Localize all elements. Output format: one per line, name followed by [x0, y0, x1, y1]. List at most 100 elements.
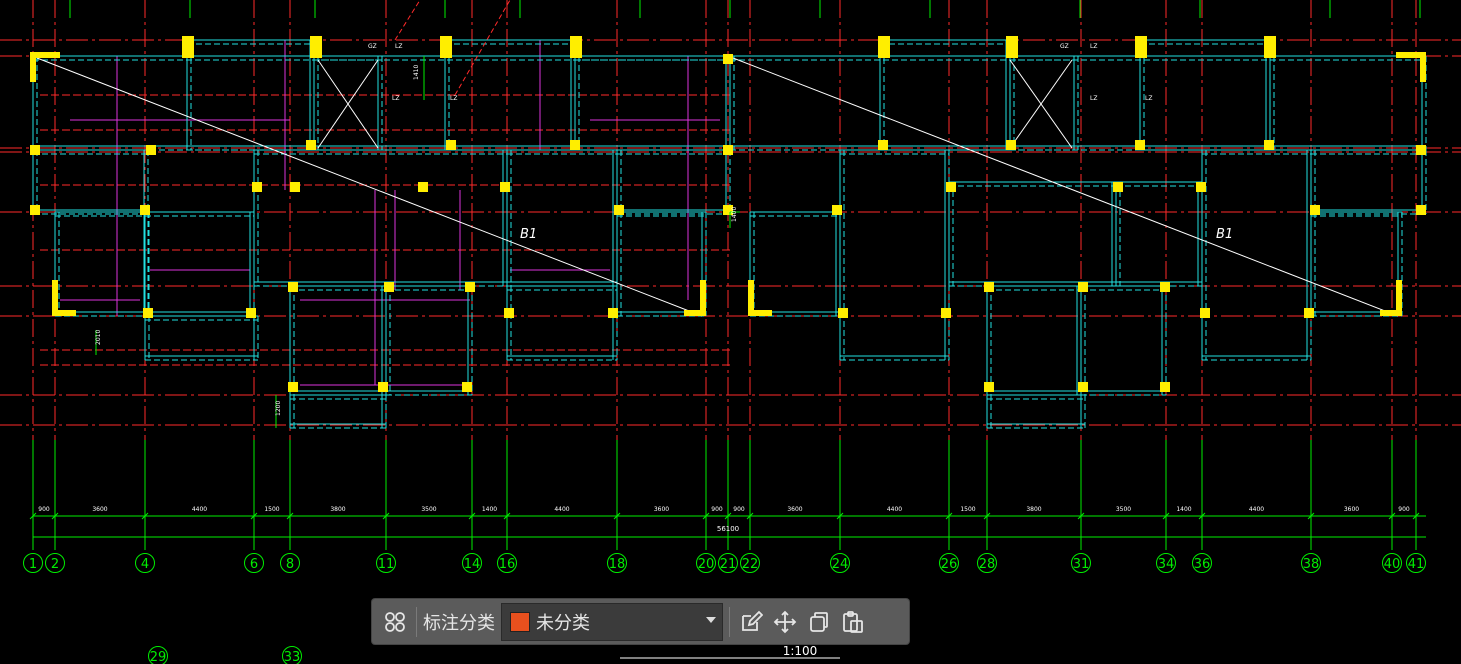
small-label: LZ [392, 95, 399, 102]
toolbar-divider [729, 606, 730, 637]
slab-label: B1 [1216, 227, 1233, 242]
column [723, 145, 733, 155]
vertical-dim-label: 1400 [731, 207, 738, 222]
slab-diagonal [36, 57, 703, 317]
dimension-label: 4400 [554, 506, 569, 513]
corner-column [684, 310, 706, 316]
dimension-label: 4400 [1249, 506, 1264, 513]
cad-drawing-canvas[interactable]: 900 3600 4400 1500 3800 3500 1400 4400 3600 900 90… [0, 0, 1461, 664]
column [1160, 382, 1170, 392]
edit-icon[interactable] [734, 605, 768, 639]
axis-bubble-label: 38 [1303, 557, 1320, 572]
small-label: GZ [368, 43, 377, 50]
column [838, 308, 848, 318]
dimension-label: 900 [1398, 506, 1410, 513]
column [878, 140, 888, 150]
column [984, 282, 994, 292]
grid-four-icon[interactable] [378, 605, 412, 639]
total-dimension-label: 56100 [717, 525, 739, 533]
dimension-label: 900 [711, 506, 723, 513]
vertical-dim-label: 1410 [413, 65, 420, 80]
move-icon[interactable] [768, 605, 802, 639]
axis-bubble-label: 36 [1194, 557, 1211, 572]
axis-bubble-label: 33 [284, 650, 301, 664]
column [504, 308, 514, 318]
column [465, 282, 475, 292]
corner-column [748, 310, 772, 316]
column [614, 205, 624, 215]
dimension-label: 4400 [192, 506, 207, 513]
axis-bubble-label: 4 [141, 557, 149, 572]
axis-bubble-label: 6 [250, 557, 258, 572]
column [143, 308, 153, 318]
dimension-label: 3600 [654, 506, 669, 513]
axis-bubble-label: 24 [832, 557, 849, 572]
dimension-label: 1400 [1176, 506, 1191, 513]
column [462, 382, 472, 392]
column [1304, 308, 1314, 318]
corner-column [1420, 52, 1426, 82]
column [878, 36, 890, 58]
column [252, 182, 262, 192]
copy-icon[interactable] [802, 605, 836, 639]
dimension-label: 900 [38, 506, 50, 513]
axis-bubble-label: 1 [29, 557, 37, 572]
dimension-label: 3500 [421, 506, 436, 513]
leader-line [454, 0, 511, 96]
axis-bubble-label: 31 [1073, 557, 1090, 572]
column [140, 205, 150, 215]
chevron-down-icon [706, 616, 716, 623]
paste-icon[interactable] [836, 605, 870, 639]
column [608, 308, 618, 318]
dimension-label: 4400 [887, 506, 902, 513]
column [1135, 140, 1145, 150]
slab-label: B1 [520, 227, 537, 242]
category-select-value: 未分类 [536, 612, 590, 634]
slab-diagonal [732, 57, 1399, 317]
column [570, 36, 582, 58]
axis-bubble-label: 14 [464, 557, 481, 572]
axis-bubble-label: 2 [51, 557, 59, 572]
column [182, 36, 194, 58]
axis-bubble-label: 11 [378, 557, 395, 572]
small-label: LZ [395, 43, 402, 50]
small-label: LZ [450, 95, 457, 102]
toolbar-divider [416, 606, 417, 637]
corner-column [52, 310, 76, 316]
column [1264, 36, 1276, 58]
column [418, 182, 428, 192]
column [1078, 282, 1088, 292]
vertical-dim-label: 2010 [95, 330, 102, 345]
dimension-label: 3600 [787, 506, 802, 513]
column [723, 54, 733, 64]
dimension-label: 1400 [482, 506, 497, 513]
column [1264, 140, 1274, 150]
column [288, 382, 298, 392]
axis-bubble-label: 8 [286, 557, 294, 572]
axis-bubble-label: 28 [979, 557, 996, 572]
axis-bubble-label: 21 [720, 557, 737, 572]
column [984, 382, 994, 392]
vertical-grid-lines [32, 0, 1417, 550]
column [832, 205, 842, 215]
column [288, 282, 298, 292]
axis-bubble-label: 40 [1384, 557, 1401, 572]
dimension-label: 3800 [330, 506, 345, 513]
column [1135, 36, 1147, 58]
column [1416, 205, 1426, 215]
dimension-label: 3600 [92, 506, 107, 513]
axis-bubble-label: 41 [1408, 557, 1425, 572]
column [1160, 282, 1170, 292]
dimension-label: 3500 [1116, 506, 1131, 513]
corner-column [30, 52, 36, 82]
dimension-label: 900 [733, 506, 745, 513]
column [1078, 382, 1088, 392]
column [440, 36, 452, 58]
column [246, 308, 256, 318]
axis-bubble-label: 20 [698, 557, 715, 572]
column [1006, 36, 1018, 58]
small-label: GZ [1060, 43, 1069, 50]
category-select[interactable]: 未分类 [501, 602, 723, 641]
axis-bubble-label: 22 [742, 557, 759, 572]
column [941, 308, 951, 318]
